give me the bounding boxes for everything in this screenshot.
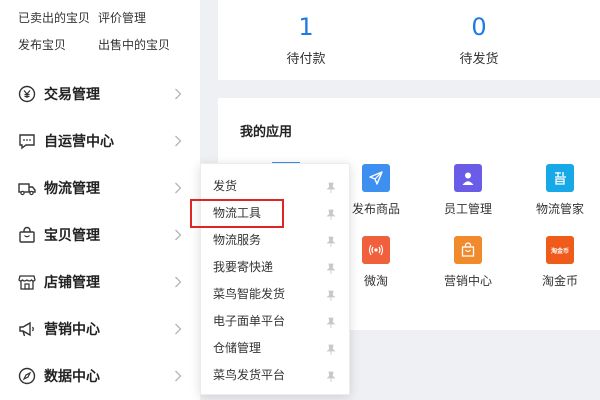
stat-label: 待付款 <box>286 52 326 67</box>
chevron-right-icon <box>172 182 184 194</box>
flyout-item-warehouse[interactable]: 仓储管理 <box>201 334 349 360</box>
app-label: 营销中心 <box>443 274 492 288</box>
chevron-right-icon <box>172 370 184 382</box>
sidebar: 已卖出的宝贝 评价管理 发布宝贝 出售中的宝贝 交易管理 自运营中心 物流管理 <box>0 0 200 400</box>
pin-icon[interactable] <box>325 233 337 247</box>
sidebar-item-label: 店铺管理 <box>44 275 100 291</box>
chevron-right-icon <box>172 229 184 241</box>
sidebar-item-label: 营销中心 <box>44 322 100 338</box>
sidebar-item-label: 自运营中心 <box>44 134 114 150</box>
pin-icon[interactable] <box>325 368 337 382</box>
yen-circle-icon <box>18 85 36 103</box>
pin-icon[interactable] <box>325 314 337 328</box>
taojinbi-badge-text: 淘金币 <box>550 247 569 255</box>
flyout-item-label: 电子面单平台 <box>213 314 286 328</box>
chat-bubble-icon <box>18 132 36 150</box>
pin-icon[interactable] <box>325 287 337 301</box>
flyout-item-label: 仓储管理 <box>213 341 262 355</box>
employee-icon <box>454 164 482 192</box>
app-label: 淘金币 <box>541 274 578 288</box>
app-employee-management[interactable]: 员工管理 <box>423 164 513 217</box>
taojinbi-icon: 淘金币 <box>546 236 574 264</box>
stat-label: 待发货 <box>459 52 499 67</box>
sidebar-item-label: 数据中心 <box>44 369 100 385</box>
flyout-item-label: 物流工具 <box>213 206 262 220</box>
flyout-item-label: 菜鸟智能发货 <box>213 287 286 301</box>
flyout-item-label: 发货 <box>213 179 238 193</box>
quick-link-reviews[interactable]: 评价管理 <box>98 10 198 27</box>
sidebar-item-label: 交易管理 <box>44 87 100 103</box>
flyout-item-ship[interactable]: 发货 <box>201 172 349 198</box>
flyout-item-cainiao-smart-ship[interactable]: 菜鸟智能发货 <box>201 280 349 306</box>
zhi-icon <box>546 164 574 192</box>
app-label: 物流管家 <box>535 202 584 216</box>
order-stats-panel: 1 待付款 0 待发货 <box>218 0 600 80</box>
bag-icon <box>18 226 36 244</box>
stat-pending-shipment[interactable]: 0 待发货 <box>424 12 534 67</box>
truck-icon <box>18 179 36 197</box>
compass-icon <box>18 367 36 385</box>
sidebar-item-label: 宝贝管理 <box>44 228 100 244</box>
stat-value: 0 <box>471 13 487 41</box>
logistics-flyout-menu: 发货 物流工具 物流服务 我要寄快递 菜鸟智能发货 电子面单平台 仓储管理 菜鸟… <box>200 163 350 395</box>
store-icon <box>18 273 36 291</box>
chevron-right-icon <box>172 135 184 147</box>
app-label: 员工管理 <box>443 202 492 216</box>
broadcast-icon <box>362 236 390 264</box>
pin-icon[interactable] <box>325 341 337 355</box>
flyout-item-logistics-tools[interactable]: 物流工具 <box>201 199 349 225</box>
megaphone-icon <box>18 320 36 338</box>
quick-link-on-sale-items[interactable]: 出售中的宝贝 <box>98 37 198 54</box>
chevron-right-icon <box>172 323 184 335</box>
flyout-item-label: 菜鸟发货平台 <box>213 368 286 382</box>
sidebar-item-logistics[interactable]: 物流管理 <box>0 165 200 211</box>
pin-icon[interactable] <box>325 179 337 193</box>
flyout-item-e-waybill-platform[interactable]: 电子面单平台 <box>201 307 349 333</box>
flyout-item-label: 我要寄快递 <box>213 260 274 274</box>
gift-bag-icon <box>454 236 482 264</box>
sidebar-item-label: 物流管理 <box>44 181 100 197</box>
pin-icon[interactable] <box>325 260 337 274</box>
quick-link-publish-item[interactable]: 发布宝贝 <box>18 37 98 54</box>
sidebar-item-items[interactable]: 宝贝管理 <box>0 212 200 258</box>
quick-link-sold-items[interactable]: 已卖出的宝贝 <box>18 10 98 27</box>
pin-icon[interactable] <box>325 206 337 220</box>
stat-value: 1 <box>298 13 314 41</box>
sidebar-item-marketing[interactable]: 营销中心 <box>0 306 200 352</box>
apps-title: 我的应用 <box>240 125 293 140</box>
sidebar-item-trade[interactable]: 交易管理 <box>0 71 200 117</box>
sidebar-item-self-operation[interactable]: 自运营中心 <box>0 118 200 164</box>
stat-pending-payment[interactable]: 1 待付款 <box>251 12 361 67</box>
app-logistics-manager[interactable]: 物流管家 <box>515 164 600 217</box>
chevron-right-icon <box>172 276 184 288</box>
chevron-right-icon <box>172 88 184 100</box>
quick-links: 已卖出的宝贝 评价管理 发布宝贝 出售中的宝贝 <box>18 10 200 54</box>
app-taojinbi[interactable]: 淘金币 淘金币 <box>515 236 600 289</box>
flyout-item-logistics-service[interactable]: 物流服务 <box>201 226 349 252</box>
app-marketing-center[interactable]: 营销中心 <box>423 236 513 289</box>
flyout-item-send-express[interactable]: 我要寄快递 <box>201 253 349 279</box>
flyout-item-label: 物流服务 <box>213 233 262 247</box>
flyout-item-cainiao-ship-platform[interactable]: 菜鸟发货平台 <box>201 361 349 387</box>
sidebar-item-data[interactable]: 数据中心 <box>0 353 200 399</box>
paper-plane-icon <box>362 164 390 192</box>
sidebar-item-store[interactable]: 店铺管理 <box>0 259 200 305</box>
